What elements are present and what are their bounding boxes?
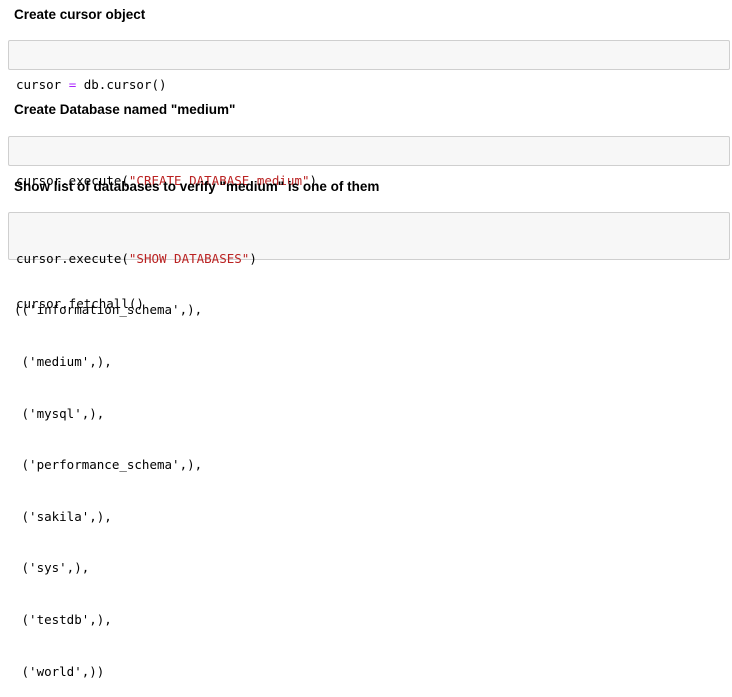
code-token-string: "SHOW DATABASES"	[128, 251, 250, 266]
code-cell-show-databases[interactable]: cursor.execute("SHOW DATABASES") cursor.…	[8, 212, 730, 311]
output-line: ('sakila',),	[14, 508, 112, 524]
output-line: ('sys',),	[14, 560, 90, 576]
code-cell-create-database[interactable]: cursor.execute("CREATE DATABASE medium")	[8, 136, 730, 188]
code-token: db.cursor()	[76, 77, 167, 92]
cell-output: (('information_schema',), ('medium',), (…	[14, 267, 202, 697]
output-line: (('information_schema',),	[14, 302, 203, 318]
code-line: cursor.execute("SHOW DATABASES")	[16, 251, 729, 266]
code-line: cursor = db.cursor()	[16, 77, 729, 92]
code-cell-create-cursor[interactable]: cursor = db.cursor()	[8, 40, 730, 92]
heading-show-databases: Show list of databases to verify "medium…	[14, 179, 380, 194]
output-line: ('performance_schema',),	[14, 457, 203, 473]
code-token: cursor	[16, 77, 69, 92]
output-line: ('testdb',),	[14, 612, 112, 628]
code-token: cursor.execute(	[16, 251, 129, 266]
output-line: ('world',))	[14, 663, 105, 679]
output-line: ('medium',),	[14, 354, 112, 370]
code-token: )	[249, 251, 257, 266]
output-line: ('mysql',),	[14, 405, 105, 421]
heading-create-cursor: Create cursor object	[14, 7, 146, 22]
heading-create-database: Create Database named "medium"	[14, 102, 236, 117]
